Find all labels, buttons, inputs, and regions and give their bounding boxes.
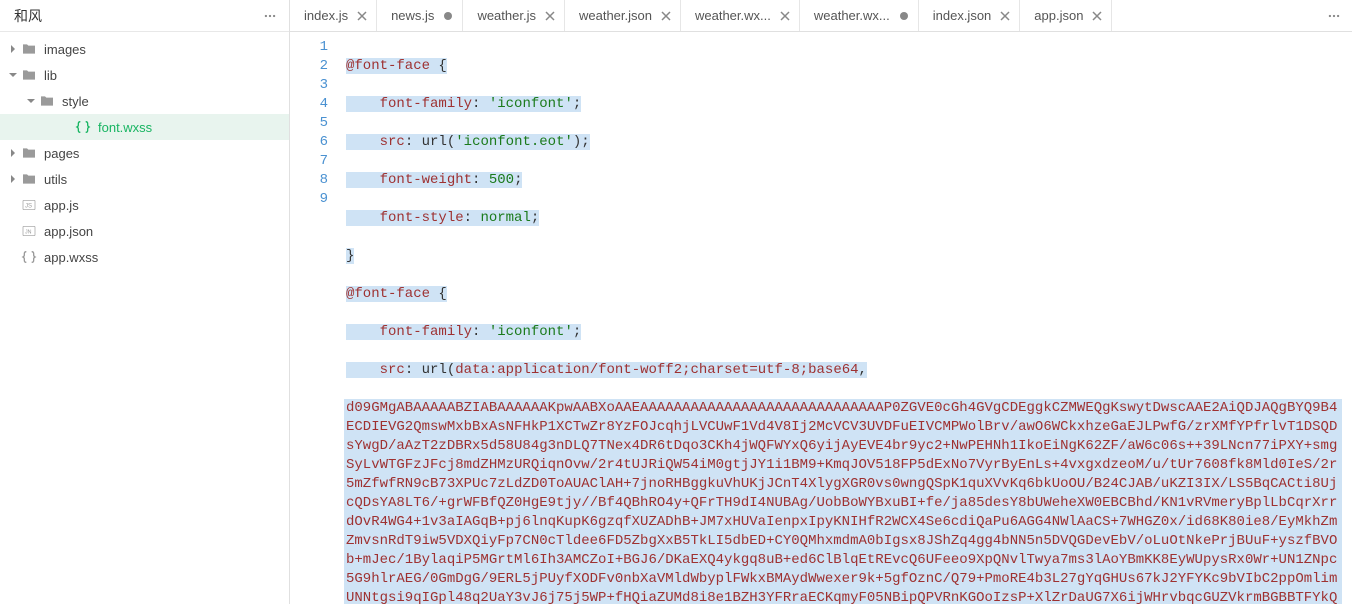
tabs-more-icon[interactable] xyxy=(1316,0,1352,31)
chevron-right-icon xyxy=(6,42,20,56)
dirty-indicator-icon xyxy=(442,12,454,20)
folder-utils[interactable]: utils xyxy=(0,166,289,192)
braces-icon xyxy=(20,248,38,266)
tab-label: index.json xyxy=(933,8,992,23)
folder-icon xyxy=(20,66,38,84)
code-line: src: url(data:application/font-woff2;cha… xyxy=(344,361,1352,380)
tab-label: weather.wx... xyxy=(695,8,771,23)
tab-news-js[interactable]: news.js xyxy=(377,0,463,31)
close-icon[interactable] xyxy=(544,11,556,21)
close-icon[interactable] xyxy=(999,11,1011,21)
tree-label: pages xyxy=(44,146,79,161)
svg-text:JS: JS xyxy=(25,204,32,210)
file-app-wxss[interactable]: app.wxss xyxy=(0,244,289,270)
js-icon: JS xyxy=(20,196,38,214)
sidebar-header: 和风 xyxy=(0,0,289,32)
folder-pages[interactable]: pages xyxy=(0,140,289,166)
tab-index-js[interactable]: index.js xyxy=(290,0,377,31)
dirty-indicator-icon xyxy=(898,12,910,20)
code-editor[interactable]: 1 2 3 4 5 6 7 8 9 @font-face { font-fami… xyxy=(290,32,1352,604)
code-line: font-family: 'iconfont'; xyxy=(344,323,1352,342)
folder-icon xyxy=(20,40,38,58)
close-icon[interactable] xyxy=(356,11,368,21)
tab-weather-wxss-2[interactable]: weather.wx... xyxy=(800,0,919,31)
folder-icon xyxy=(38,92,56,110)
line-number: 3 xyxy=(290,76,328,95)
tree-label: app.wxss xyxy=(44,250,98,265)
tree-label: images xyxy=(44,42,86,57)
tab-label: index.js xyxy=(304,8,348,23)
sidebar: 和风 images lib style font.wxss xyxy=(0,0,290,604)
tree-label: utils xyxy=(44,172,67,187)
tab-weather-wxss-1[interactable]: weather.wx... xyxy=(681,0,800,31)
line-gutter: 1 2 3 4 5 6 7 8 9 xyxy=(290,32,338,604)
project-title: 和风 xyxy=(14,6,42,26)
tab-app-json[interactable]: app.json xyxy=(1020,0,1112,31)
chevron-right-icon xyxy=(6,146,20,160)
braces-icon xyxy=(74,118,92,136)
line-number: 6 xyxy=(290,133,328,152)
tree-label: lib xyxy=(44,68,57,83)
tab-label: weather.json xyxy=(579,8,652,23)
file-app-js[interactable]: JS app.js xyxy=(0,192,289,218)
tab-bar: index.js news.js weather.js weather.json… xyxy=(290,0,1352,32)
folder-images[interactable]: images xyxy=(0,36,289,62)
close-icon[interactable] xyxy=(660,11,672,21)
code-line: font-weight: 500; xyxy=(344,171,1352,190)
folder-icon xyxy=(20,170,38,188)
chevron-right-icon xyxy=(6,172,20,186)
code-line: src: url('iconfont.eot'); xyxy=(344,133,1352,152)
line-number: 4 xyxy=(290,95,328,114)
json-icon: JN xyxy=(20,222,38,240)
code-line-wrapped: d09GMgABAAAAABZIABAAAAAAKpwAABXoAAEAAAAA… xyxy=(344,399,1342,604)
file-app-json[interactable]: JN app.json xyxy=(0,218,289,244)
tree-label: style xyxy=(62,94,89,109)
tab-label: app.json xyxy=(1034,8,1083,23)
tab-label: news.js xyxy=(391,8,434,23)
line-number: 5 xyxy=(290,114,328,133)
folder-lib[interactable]: lib xyxy=(0,62,289,88)
line-number: 1 xyxy=(290,38,328,57)
tree-label: app.js xyxy=(44,198,79,213)
line-number: 8 xyxy=(290,171,328,190)
code-line: @font-face { xyxy=(344,285,1352,304)
editor-area: index.js news.js weather.js weather.json… xyxy=(290,0,1352,604)
tab-label: weather.wx... xyxy=(814,8,890,23)
folder-style[interactable]: style xyxy=(0,88,289,114)
more-icon[interactable] xyxy=(259,5,281,27)
tree-label: app.json xyxy=(44,224,93,239)
file-tree: images lib style font.wxss pages utils xyxy=(0,32,289,604)
line-number: 9 xyxy=(290,190,328,209)
close-icon[interactable] xyxy=(779,11,791,21)
tab-weather-js[interactable]: weather.js xyxy=(463,0,565,31)
folder-icon xyxy=(20,144,38,162)
tab-index-json[interactable]: index.json xyxy=(919,0,1021,31)
code-line: font-style: normal; xyxy=(344,209,1352,228)
tab-label: weather.js xyxy=(477,8,536,23)
chevron-down-icon xyxy=(6,68,20,82)
chevron-down-icon xyxy=(24,94,38,108)
tab-weather-json[interactable]: weather.json xyxy=(565,0,681,31)
line-number: 7 xyxy=(290,152,328,171)
code-line: font-family: 'iconfont'; xyxy=(344,95,1352,114)
code-line: @font-face { xyxy=(344,57,1352,76)
code-body[interactable]: @font-face { font-family: 'iconfont'; sr… xyxy=(338,32,1352,604)
tree-label: font.wxss xyxy=(98,120,152,135)
close-icon[interactable] xyxy=(1091,11,1103,21)
svg-text:JN: JN xyxy=(25,230,32,236)
file-font-wxss[interactable]: font.wxss xyxy=(0,114,289,140)
code-line: } xyxy=(344,247,1352,266)
line-number: 2 xyxy=(290,57,328,76)
